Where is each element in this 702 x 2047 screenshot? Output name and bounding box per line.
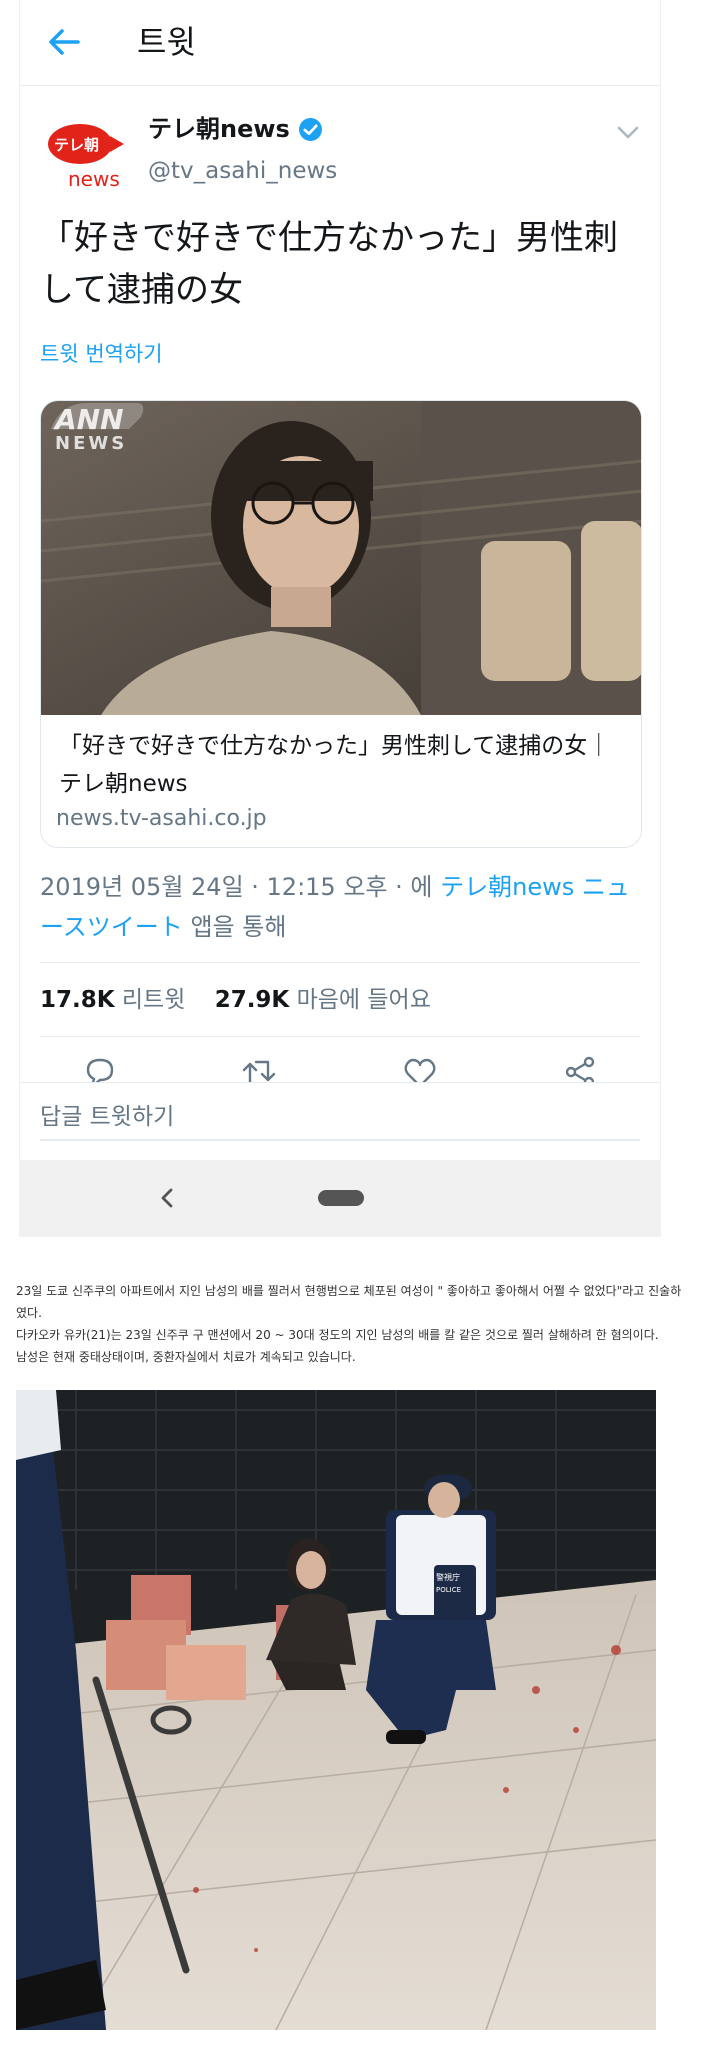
police-patch-text: 警視庁 bbox=[436, 1572, 460, 1582]
back-button[interactable] bbox=[44, 22, 84, 62]
author-name[interactable]: テレ朝news bbox=[148, 112, 323, 146]
card-image: ANN NEWS bbox=[41, 401, 641, 715]
avatar-logo-bottom: news bbox=[68, 167, 120, 191]
author-name-text: テレ朝news bbox=[148, 115, 290, 143]
article-text: 23일 도쿄 신주쿠의 아파트에서 지인 남성의 배를 찔러서 현행범으로 체포… bbox=[16, 1280, 686, 1368]
android-nav-bar bbox=[20, 1160, 660, 1236]
source-account-link[interactable]: テレ朝news bbox=[440, 873, 574, 901]
reply-input[interactable]: 답글 트윗하기 bbox=[40, 1093, 640, 1141]
retweets-label[interactable]: 리트윗 bbox=[122, 987, 185, 1013]
tweet-stats: 17.8K 리트윗 27.9K 마음에 들어요 bbox=[40, 980, 431, 1020]
nav-back-icon[interactable] bbox=[152, 1182, 184, 1214]
likes-label[interactable]: 마음에 들어요 bbox=[297, 987, 431, 1013]
divider bbox=[40, 962, 640, 963]
author-handle[interactable]: @tv_asahi_news bbox=[148, 155, 337, 187]
card-watermark-bottom: NEWS bbox=[55, 433, 127, 454]
retweets-count[interactable]: 17.8K bbox=[40, 987, 115, 1013]
twitter-screenshot: 트윗 テレ朝 news テレ朝news @tv_asahi_news 「好きで好… bbox=[20, 0, 660, 1236]
translate-tweet-link[interactable]: 트윗 번역하기 bbox=[40, 338, 163, 368]
reply-bar: 답글 트윗하기 bbox=[20, 1082, 660, 1152]
tweet-datetime: 2019년 05월 24일 · 12:15 오후 · 에 bbox=[40, 873, 433, 901]
card-watermark-top: ANN bbox=[53, 403, 124, 436]
divider bbox=[40, 1036, 640, 1037]
top-bar: 트윗 bbox=[20, 0, 660, 86]
likes-count[interactable]: 27.9K bbox=[215, 987, 290, 1013]
reply-icon[interactable] bbox=[82, 1054, 118, 1082]
author-avatar[interactable]: テレ朝 news bbox=[44, 114, 126, 196]
retweet-icon[interactable] bbox=[242, 1054, 278, 1082]
page-title: 트윗 bbox=[137, 23, 196, 61]
heart-icon[interactable] bbox=[402, 1054, 438, 1082]
tweet-text: 「好きで好きで仕方なかった」男性刺して逮捕の女 bbox=[40, 218, 618, 310]
arrow-left-icon bbox=[49, 29, 80, 55]
tweet-actions bbox=[20, 1040, 660, 1082]
verified-badge-icon bbox=[298, 117, 322, 141]
tweet-meta: 2019년 05월 24일 · 12:15 오후 · 에 テレ朝news ニュー… bbox=[40, 867, 650, 947]
article-paragraph: 남성은 현재 중태상태이며, 중환자실에서 치료가 계속되고 있습니다. bbox=[16, 1350, 356, 1364]
chevron-down-icon[interactable] bbox=[612, 116, 644, 148]
article-paragraph: 다카오카 유카(21)는 23일 신주쿠 구 맨션에서 20 ~ 30대 정도의… bbox=[16, 1328, 659, 1342]
card-domain: news.tv-asahi.co.jp bbox=[56, 806, 267, 831]
via-text: 앱을 통해 bbox=[190, 913, 287, 941]
police-label-text: POLICE bbox=[436, 1586, 461, 1594]
share-icon[interactable] bbox=[562, 1054, 598, 1082]
article-paragraph: 23일 도쿄 신주쿠의 아파트에서 지인 남성의 배를 찔러서 현행범으로 체포… bbox=[16, 1284, 682, 1320]
nav-home-pill[interactable] bbox=[318, 1190, 364, 1206]
scene-photo: 警視庁 POLICE bbox=[16, 1390, 656, 2030]
link-card[interactable]: ANN NEWS 「好きで好きで仕方なかった」男性刺して逮捕の女｜テレ朝news… bbox=[40, 400, 642, 848]
avatar-logo-top: テレ朝 bbox=[54, 136, 99, 154]
card-title: 「好きで好きで仕方なかった」男性刺して逮捕の女｜テレ朝news bbox=[59, 733, 611, 797]
